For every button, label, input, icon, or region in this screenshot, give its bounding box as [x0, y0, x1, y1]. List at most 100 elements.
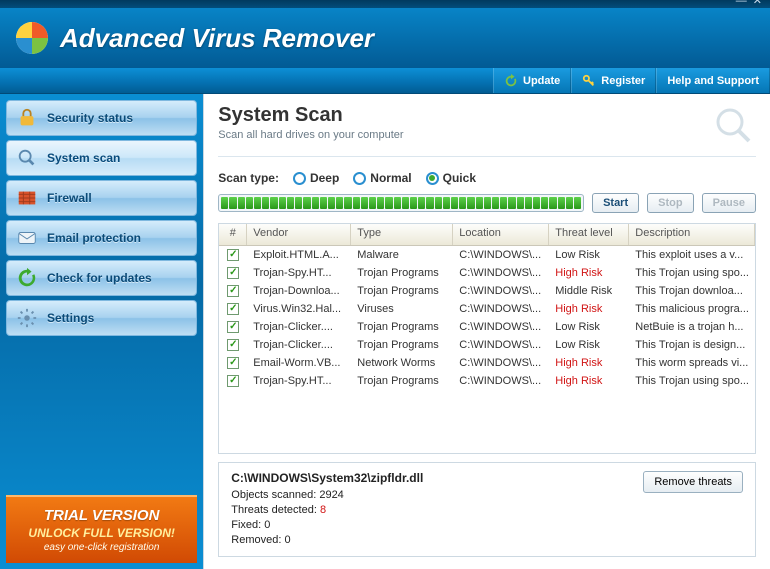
row-checkbox[interactable] [227, 375, 239, 387]
register-label: Register [601, 75, 645, 87]
sidebar-item-label: Email protection [47, 231, 141, 245]
cell-type: Trojan Programs [351, 374, 453, 388]
sidebar-item-system-scan[interactable]: System scan [6, 140, 197, 176]
cell-description: This Trojan downloa... [629, 284, 755, 298]
table-row[interactable]: Email-Worm.VB...Network WormsC:\WINDOWS\… [219, 354, 755, 372]
scan-type-deep[interactable]: Deep [293, 171, 339, 185]
cell-threat: High Risk [549, 374, 629, 388]
radio-icon [426, 172, 439, 185]
sidebar-item-check-updates[interactable]: Check for updates [6, 260, 197, 296]
cell-vendor: Trojan-Spy.HT... [247, 374, 351, 388]
table-row[interactable]: Trojan-Clicker....Trojan ProgramsC:\WIND… [219, 336, 755, 354]
page-subtitle: Scan all hard drives on your computer [218, 129, 403, 141]
help-button[interactable]: Help and Support [656, 68, 770, 93]
trial-line3: easy one-click registration [12, 542, 191, 553]
objects-scanned-value: 2924 [319, 489, 343, 501]
scan-progress-bar [218, 194, 584, 212]
update-label: Update [523, 75, 560, 87]
table-row[interactable]: Trojan-Downloa...Trojan ProgramsC:\WINDO… [219, 282, 755, 300]
scan-type-normal[interactable]: Normal [353, 171, 411, 185]
cell-location: C:\WINDOWS\... [453, 302, 549, 316]
cell-threat: High Risk [549, 356, 629, 370]
scan-type-quick[interactable]: Quick [426, 171, 476, 185]
col-type[interactable]: Type [351, 224, 453, 245]
cell-type: Trojan Programs [351, 320, 453, 334]
row-checkbox[interactable] [227, 321, 239, 333]
stop-button[interactable]: Stop [647, 193, 693, 213]
cell-location: C:\WINDOWS\... [453, 356, 549, 370]
help-label: Help and Support [667, 75, 759, 87]
sidebar-item-label: Check for updates [47, 271, 152, 285]
threats-detected-value: 8 [320, 504, 326, 516]
table-row[interactable]: Virus.Win32.Hal...VirusesC:\WINDOWS\...H… [219, 300, 755, 318]
row-checkbox[interactable] [227, 357, 239, 369]
trial-banner[interactable]: TRIAL VERSION UNLOCK FULL VERSION! easy … [6, 495, 197, 563]
close-button[interactable]: ✕ [753, 0, 762, 5]
sidebar-item-label: Firewall [47, 191, 92, 205]
register-button[interactable]: Register [571, 68, 656, 93]
radio-icon [293, 172, 306, 185]
col-threat[interactable]: Threat level [549, 224, 629, 245]
col-vendor[interactable]: Vendor [247, 224, 351, 245]
col-checkbox[interactable]: # [219, 224, 247, 245]
refresh-icon [504, 74, 518, 88]
remove-threats-button[interactable]: Remove threats [643, 471, 743, 493]
trial-line1: TRIAL VERSION [12, 507, 191, 524]
cell-vendor: Email-Worm.VB... [247, 356, 351, 370]
magnifier-icon [15, 146, 39, 170]
sidebar-item-firewall[interactable]: Firewall [6, 180, 197, 216]
updates-icon [15, 266, 39, 290]
cell-type: Trojan Programs [351, 338, 453, 352]
table-row[interactable]: Trojan-Spy.HT...Trojan ProgramsC:\WINDOW… [219, 372, 755, 390]
sidebar-item-label: Security status [47, 111, 133, 125]
col-description[interactable]: Description [629, 224, 755, 245]
row-checkbox[interactable] [227, 267, 239, 279]
minimize-button[interactable]: — [736, 0, 747, 5]
cell-type: Malware [351, 248, 453, 262]
cell-vendor: Trojan-Clicker.... [247, 320, 351, 334]
row-checkbox[interactable] [227, 303, 239, 315]
trial-line2: UNLOCK FULL VERSION! [12, 526, 191, 540]
cell-threat: High Risk [549, 302, 629, 316]
update-button[interactable]: Update [493, 68, 571, 93]
col-location[interactable]: Location [453, 224, 549, 245]
row-checkbox[interactable] [227, 249, 239, 261]
objects-scanned-label: Objects scanned: [231, 489, 319, 501]
cell-type: Trojan Programs [351, 266, 453, 280]
cell-vendor: Trojan-Clicker.... [247, 338, 351, 352]
radio-icon [353, 172, 366, 185]
results-table: # Vendor Type Location Threat level Desc… [218, 223, 756, 454]
cell-type: Trojan Programs [351, 284, 453, 298]
cell-vendor: Virus.Win32.Hal... [247, 302, 351, 316]
pause-button[interactable]: Pause [702, 193, 756, 213]
fixed-value: 0 [264, 519, 270, 531]
app-header: Advanced Virus Remover [0, 8, 770, 68]
titlebar: — ✕ [0, 0, 770, 8]
cell-location: C:\WINDOWS\... [453, 248, 549, 262]
cell-description: This Trojan using spo... [629, 374, 755, 388]
table-row[interactable]: Trojan-Clicker....Trojan ProgramsC:\WIND… [219, 318, 755, 336]
firewall-icon [15, 186, 39, 210]
sidebar-item-settings[interactable]: Settings [6, 300, 197, 336]
sidebar-item-email-protection[interactable]: Email protection [6, 220, 197, 256]
removed-value: 0 [284, 534, 290, 546]
row-checkbox[interactable] [227, 285, 239, 297]
cell-threat: Low Risk [549, 248, 629, 262]
fixed-label: Fixed: [231, 519, 264, 531]
cell-description: This exploit uses a v... [629, 248, 755, 262]
cell-location: C:\WINDOWS\... [453, 266, 549, 280]
table-row[interactable]: Trojan-Spy.HT...Trojan ProgramsC:\WINDOW… [219, 264, 755, 282]
app-title: Advanced Virus Remover [60, 23, 374, 54]
gear-icon [15, 306, 39, 330]
page-title: System Scan [218, 104, 403, 127]
sidebar: Security status System scan Firewall Ema… [0, 94, 203, 569]
scan-type-label: Scan type: [218, 171, 279, 185]
table-row[interactable]: Exploit.HTML.A...MalwareC:\WINDOWS\...Lo… [219, 246, 755, 264]
removed-label: Removed: [231, 534, 284, 546]
start-button[interactable]: Start [592, 193, 639, 213]
sidebar-item-security-status[interactable]: Security status [6, 100, 197, 136]
cell-vendor: Trojan-Spy.HT... [247, 266, 351, 280]
lock-icon [15, 106, 39, 130]
cell-type: Network Worms [351, 356, 453, 370]
row-checkbox[interactable] [227, 339, 239, 351]
